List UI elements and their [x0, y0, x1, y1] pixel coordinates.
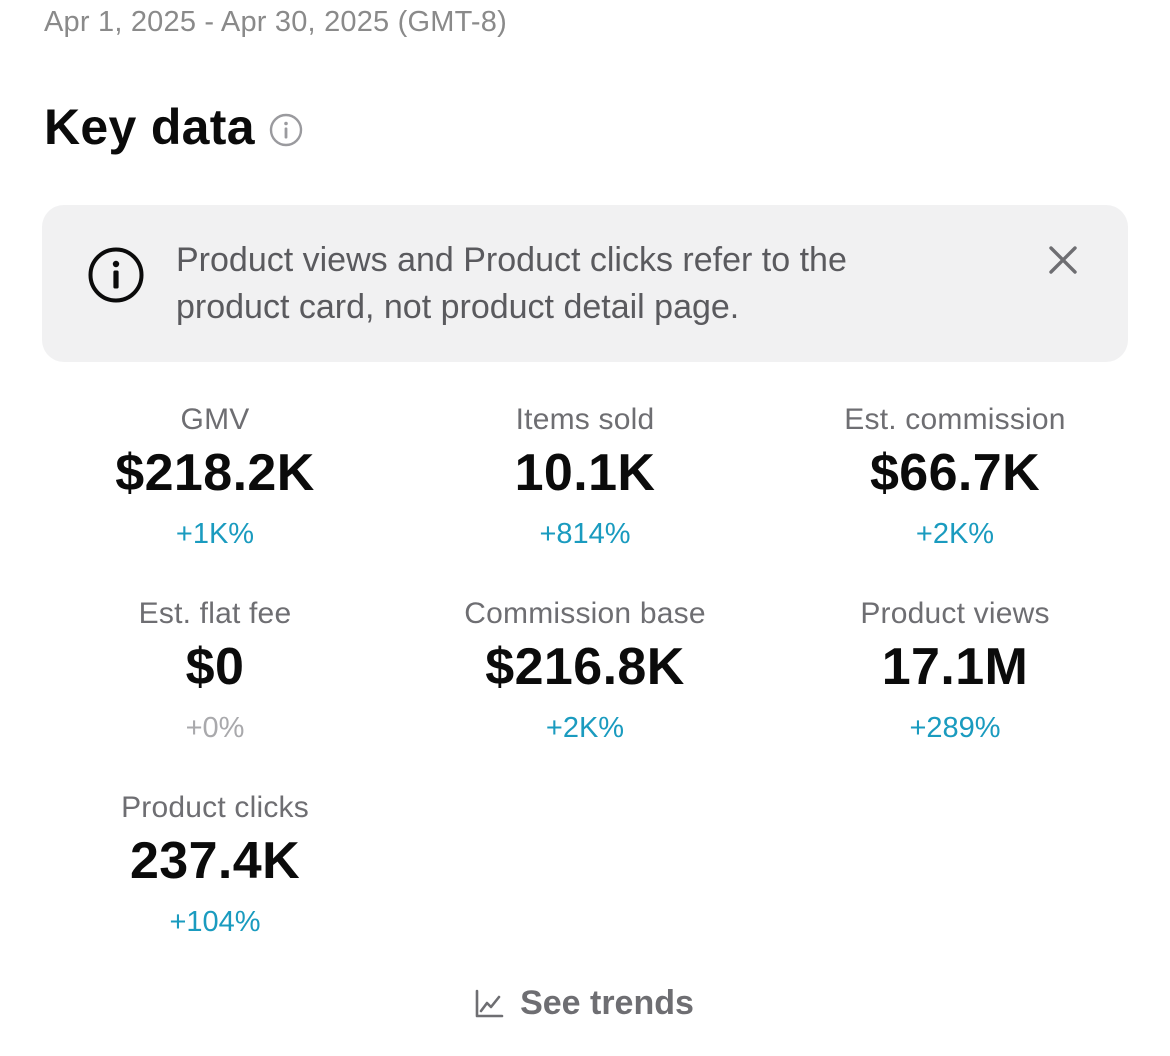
info-banner: Product views and Product clicks refer t…	[42, 205, 1128, 362]
metric-change: +2K%	[545, 712, 625, 744]
metric-change: +289%	[909, 712, 1001, 744]
banner-message: Product views and Product clicks refer t…	[176, 237, 1016, 331]
see-trends-label: See trends	[520, 984, 694, 1022]
metric-items-sold[interactable]: Items sold 10.1K +814%	[400, 400, 770, 594]
metric-product-views[interactable]: Product views 17.1M +289%	[770, 594, 1140, 788]
metric-est-flat-fee[interactable]: Est. flat fee $0 +0%	[30, 594, 400, 788]
date-range: Apr 1, 2025 - Apr 30, 2025 (GMT-8)	[44, 6, 507, 38]
metric-value: 237.4K	[129, 832, 301, 890]
metric-change: +2K%	[915, 518, 995, 550]
see-trends-link[interactable]: See trends	[0, 984, 1170, 1023]
info-circle-icon	[88, 247, 144, 303]
metric-label: Items sold	[515, 403, 655, 436]
banner-message-line: Product views and Product clicks refer t…	[176, 241, 847, 279]
metric-change: +104%	[169, 906, 261, 938]
metric-product-clicks[interactable]: Product clicks 237.4K +104%	[30, 788, 400, 982]
metric-est-commission[interactable]: Est. commission $66.7K +2K%	[770, 400, 1140, 594]
metric-value: $0	[185, 638, 245, 696]
banner-message-line: product card, not product detail page.	[176, 288, 740, 326]
metric-change: +0%	[185, 712, 245, 744]
metric-change: +1K%	[175, 518, 255, 550]
close-icon[interactable]	[1044, 241, 1082, 279]
metric-label: Est. commission	[844, 403, 1066, 436]
metric-value: $218.2K	[115, 444, 315, 502]
metrics-grid: GMV $218.2K +1K% Items sold 10.1K +814% …	[30, 400, 1140, 982]
info-circle-icon[interactable]	[269, 113, 303, 147]
line-chart-icon	[475, 989, 504, 1017]
metric-commission-base[interactable]: Commission base $216.8K +2K%	[400, 594, 770, 788]
metric-value: $216.8K	[485, 638, 685, 696]
metric-change: +814%	[539, 518, 631, 550]
metric-label: GMV	[180, 403, 250, 436]
metric-label: Commission base	[464, 597, 706, 630]
page-title: Key data	[44, 99, 255, 155]
metric-label: Product views	[860, 597, 1050, 630]
metric-label: Est. flat fee	[138, 597, 292, 630]
metric-gmv[interactable]: GMV $218.2K +1K%	[30, 400, 400, 594]
metric-value: $66.7K	[869, 444, 1041, 502]
metric-value: 17.1M	[881, 638, 1029, 696]
metric-label: Product clicks	[121, 791, 309, 824]
metric-value: 10.1K	[514, 444, 656, 502]
section-header: Key data	[44, 98, 303, 156]
